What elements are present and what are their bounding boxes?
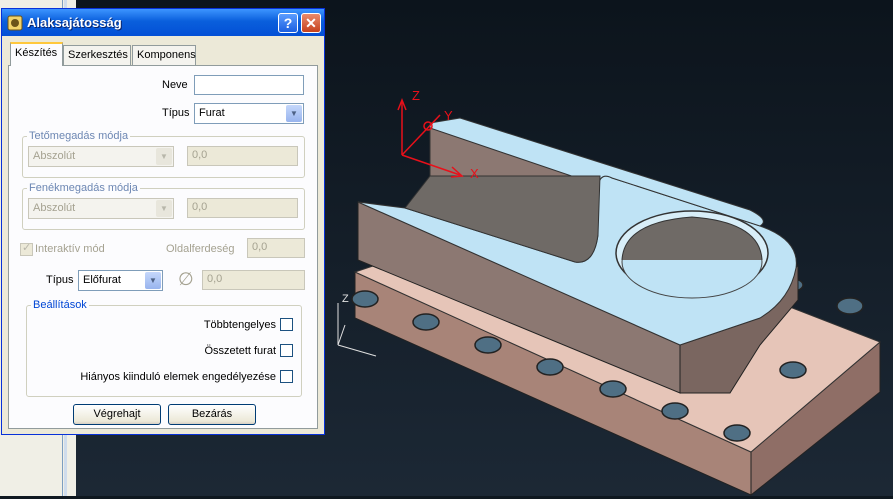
top-value-input: 0,0 [187, 146, 298, 166]
type-select[interactable]: Furat ▼ [194, 103, 304, 124]
multi-axis-checkbox[interactable] [280, 318, 293, 331]
world-axis-label-z: Z [342, 293, 349, 305]
app-icon [7, 15, 23, 31]
diameter-icon: ∅ [178, 269, 194, 289]
top-mode-group-label: Tetőmegadás módja [27, 130, 131, 142]
chevron-down-icon: ▼ [156, 200, 172, 217]
tab-komponens[interactable]: Komponens [132, 45, 196, 65]
type-select-value: Furat [199, 107, 225, 119]
dialog-title: Alaksajátosság [27, 15, 122, 30]
top-mode-value: Abszolút [33, 150, 76, 162]
side-angle-input: 0,0 [247, 238, 305, 258]
side-angle-label: Oldalferdeség [166, 243, 235, 255]
feature-dialog[interactable]: Alaksajátosság ? ✕ Készítés Szerkesztés … [1, 8, 325, 435]
axis-label-x: X [470, 166, 479, 181]
compound-hole-label: Összetett furat [204, 345, 276, 357]
hole-type-value: Előfurat [83, 274, 121, 286]
close-icon[interactable]: ✕ [301, 13, 321, 33]
close-button[interactable]: Bezárás [168, 404, 256, 425]
bottom-mode-value: Abszolút [33, 202, 76, 214]
help-button[interactable]: ? [278, 13, 298, 33]
tab-szerkesztes[interactable]: Szerkesztés [63, 45, 131, 65]
chevron-down-icon[interactable]: ▼ [286, 105, 302, 122]
name-label: Neve [162, 79, 188, 91]
execute-button[interactable]: Végrehajt [73, 404, 161, 425]
bottom-mode-select: Abszolút ▼ [28, 198, 174, 219]
diameter-input: 0,0 [202, 270, 305, 290]
top-mode-select: Abszolút ▼ [28, 146, 174, 167]
compound-hole-checkbox[interactable] [280, 344, 293, 357]
dialog-titlebar[interactable]: Alaksajátosság ? ✕ [2, 9, 324, 36]
tab-keszites[interactable]: Készítés [10, 42, 63, 66]
bottom-value-input: 0,0 [187, 198, 298, 218]
incomplete-elements-checkbox[interactable] [280, 370, 293, 383]
hole-type-label: Típus [46, 274, 74, 286]
interactive-mode-checkbox [20, 241, 33, 256]
hole-type-select[interactable]: Előfurat ▼ [78, 270, 163, 291]
settings-group-label: Beállítások [31, 299, 89, 311]
interactive-mode-label: Interaktív mód [35, 243, 105, 255]
name-input[interactable] [194, 75, 304, 95]
axis-label-z: Z [412, 88, 420, 103]
type-label: Típus [162, 107, 190, 119]
chevron-down-icon[interactable]: ▼ [145, 272, 161, 289]
chevron-down-icon: ▼ [156, 148, 172, 165]
axis-label-y: Y [444, 108, 453, 123]
multi-axis-label: Többtengelyes [203, 319, 276, 331]
incomplete-elements-label: Hiányos kiinduló elemek engedélyezése [80, 371, 276, 383]
bottom-mode-group-label: Fenékmegadás módja [27, 182, 140, 194]
